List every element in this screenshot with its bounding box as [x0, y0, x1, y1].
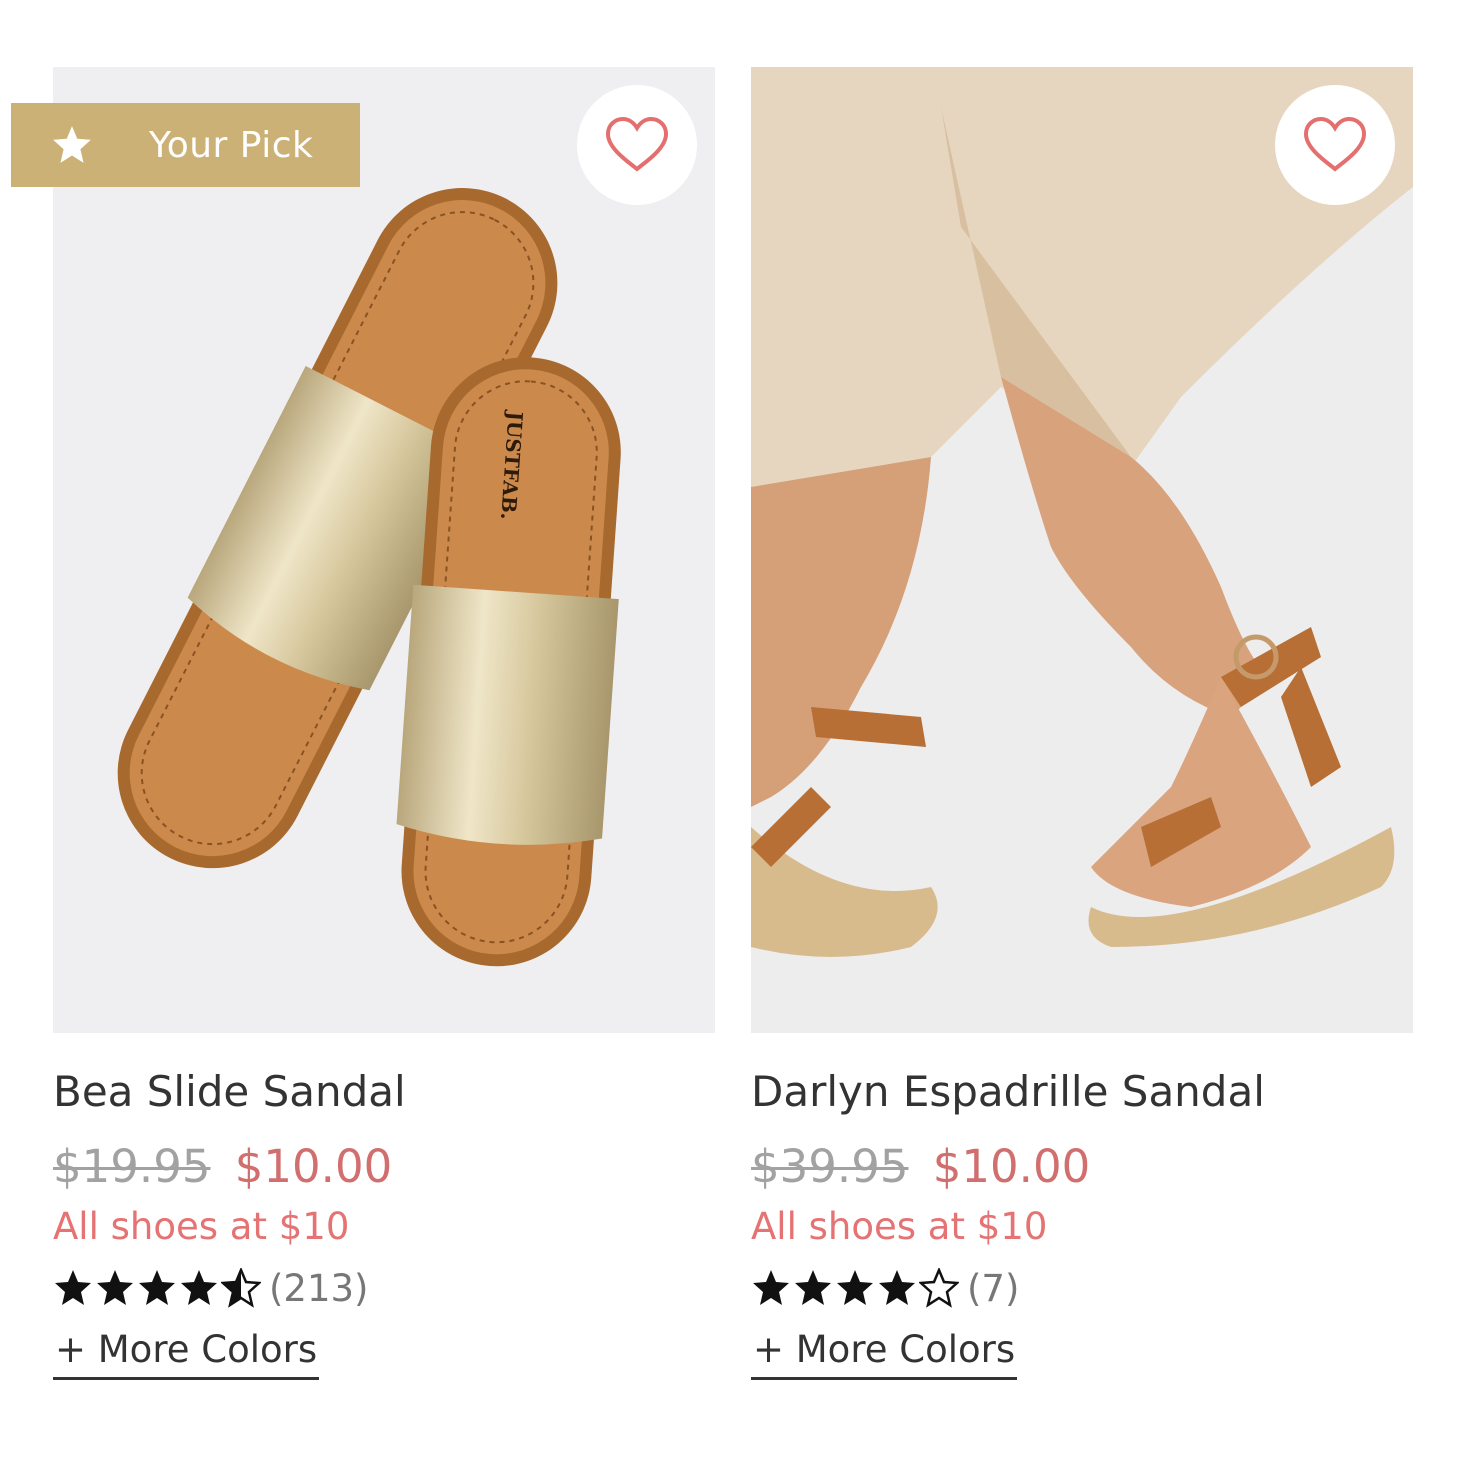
heart-icon: [1303, 116, 1367, 172]
favorite-button[interactable]: [1275, 85, 1395, 205]
star-full-icon: [879, 1270, 915, 1305]
star-rating: [53, 1268, 263, 1308]
more-colors-link[interactable]: + More Colors: [751, 1327, 1018, 1380]
product-image[interactable]: [751, 67, 1413, 1033]
star-icon: [51, 122, 97, 168]
promo-text: All shoes at $10: [53, 1205, 350, 1248]
review-count[interactable]: (213): [269, 1267, 369, 1310]
promo-text: All shoes at $10: [751, 1205, 1048, 1248]
product-name[interactable]: Darlyn Espadrille Sandal: [751, 1067, 1413, 1117]
slide-sandal-photo: JUSTFAB.: [53, 67, 715, 1033]
star-full-icon: [97, 1270, 133, 1305]
favorite-button[interactable]: [577, 85, 697, 205]
sale-price: $10.00: [932, 1140, 1091, 1193]
star-full-icon: [795, 1270, 831, 1305]
original-price: $19.95: [53, 1140, 211, 1193]
rating-row: (7): [751, 1263, 1413, 1313]
price-row: $19.95 $10.00: [53, 1139, 715, 1195]
star-full-icon: [837, 1270, 873, 1305]
rating-row: (213): [53, 1263, 715, 1313]
star-full-icon: [753, 1270, 789, 1305]
product-name[interactable]: Bea Slide Sandal: [53, 1067, 715, 1117]
star-half-icon: [221, 1268, 261, 1308]
star-rating: [751, 1268, 961, 1308]
sale-price: $10.00: [234, 1140, 393, 1193]
espadrille-sandal-photo: [751, 67, 1413, 1033]
product-image[interactable]: JUSTFAB.: [53, 67, 715, 1033]
star-full-icon: [139, 1270, 175, 1305]
star-empty-icon: [919, 1268, 959, 1308]
star-full-icon: [55, 1270, 91, 1305]
heart-icon: [605, 116, 669, 172]
review-count[interactable]: (7): [967, 1267, 1019, 1310]
original-price: $39.95: [751, 1140, 909, 1193]
badge-label: Your Pick: [149, 124, 314, 166]
more-colors-link[interactable]: + More Colors: [53, 1327, 320, 1380]
product-card[interactable]: Darlyn Espadrille Sandal $39.95 $10.00 A…: [751, 67, 1413, 1380]
star-full-icon: [181, 1270, 217, 1305]
product-card[interactable]: JUSTFAB. Bea Slide Sandal $19.95 $10.00 …: [53, 67, 715, 1380]
your-pick-badge: Your Pick: [11, 103, 360, 187]
price-row: $39.95 $10.00: [751, 1139, 1413, 1195]
